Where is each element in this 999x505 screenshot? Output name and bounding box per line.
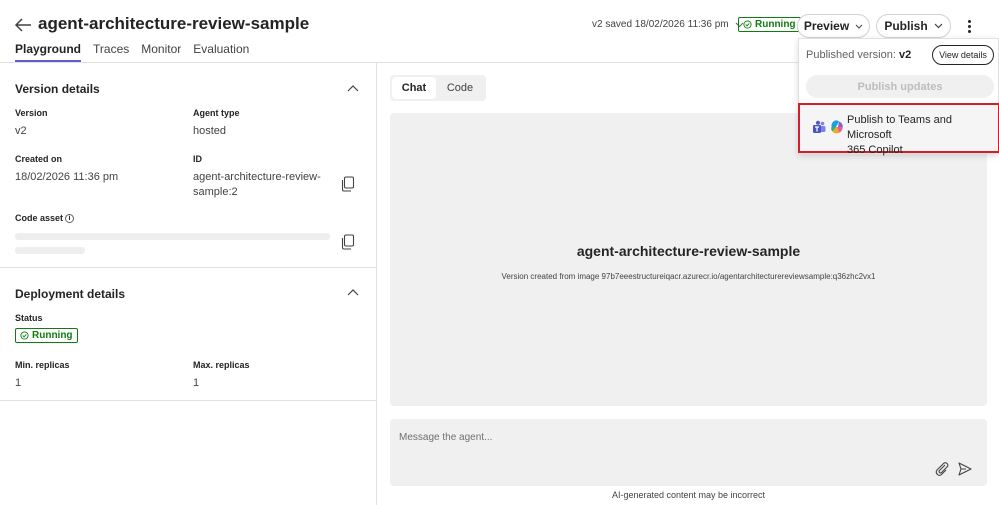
teams-icon <box>813 120 826 133</box>
publish-to-teams-line1: Publish to Teams and Microsoft <box>847 114 952 141</box>
copy-icon[interactable] <box>341 234 355 250</box>
tab-traces[interactable]: Traces <box>93 42 129 62</box>
info-icon[interactable]: i <box>65 214 75 224</box>
published-version: Published version: v2 <box>806 49 911 61</box>
published-version-value: v2 <box>898 49 912 61</box>
chevron-down-icon <box>855 24 863 29</box>
version-info: Version created from image 97b7eeestruct… <box>501 272 876 281</box>
max-replicas-label: Max. replicas <box>193 360 250 370</box>
agent-name: agent-architecture-review-sample <box>576 243 801 259</box>
deployment-status-text: Running <box>32 330 73 341</box>
message-input[interactable] <box>399 432 899 443</box>
publish-to-teams-line2: 365 Copilot <box>847 144 903 156</box>
view-details-button[interactable]: View details <box>932 45 994 65</box>
status-label: Status <box>15 313 43 323</box>
check-circle-icon <box>743 20 752 29</box>
code-asset-label: Code asset i <box>15 213 75 224</box>
section-divider <box>0 400 377 401</box>
page-title: agent-architecture-review-sample <box>38 14 310 33</box>
section-divider <box>0 267 377 268</box>
version-label: Version <box>15 108 48 118</box>
chevron-up-icon[interactable] <box>346 82 360 96</box>
preview-label: Preview <box>803 19 850 33</box>
more-options-icon[interactable] <box>960 16 978 36</box>
min-replicas-value: 1 <box>15 377 22 389</box>
copilot-icon <box>831 120 843 134</box>
tab-playground[interactable]: Playground <box>15 42 82 62</box>
nav-tabs: Playground Traces Monitor Evaluation <box>15 42 249 62</box>
saved-text: v2 saved 18/02/2026 11:36 pm <box>592 19 729 30</box>
publish-label: Publish <box>884 19 928 33</box>
tab-code[interactable]: Code <box>438 75 482 101</box>
details-panel: Version details Version v2 Agent type ho… <box>0 63 377 505</box>
chevron-up-icon[interactable] <box>346 286 360 300</box>
created-on-value: 18/02/2026 11:36 pm <box>15 171 119 183</box>
status-badge: Running <box>738 17 801 32</box>
message-composer <box>390 419 987 486</box>
code-asset-text: Code asset <box>15 213 64 223</box>
publish-updates-button[interactable]: Publish updates <box>806 75 994 98</box>
publish-menu: Published version: v2 View details Publi… <box>798 38 999 156</box>
send-icon[interactable] <box>957 461 973 477</box>
code-asset-value <box>15 233 330 240</box>
publish-to-teams-item[interactable]: Publish to Teams and Microsoft 365 Copil… <box>798 103 999 156</box>
status-text: Running <box>755 19 796 30</box>
tab-evaluation[interactable]: Evaluation <box>193 42 249 62</box>
tab-monitor[interactable]: Monitor <box>141 42 181 62</box>
code-asset-value-line2 <box>15 247 85 254</box>
deployment-details-title: Deployment details <box>15 287 126 301</box>
published-version-label: Published version: <box>806 49 896 61</box>
back-arrow-icon[interactable] <box>12 14 34 36</box>
version-details-title: Version details <box>15 82 100 96</box>
chat-code-toggle: Chat Code <box>390 75 486 101</box>
min-replicas-label: Min. replicas <box>15 360 70 370</box>
tab-chat[interactable]: Chat <box>392 77 436 99</box>
id-value-line1: agent-architecture-review- <box>193 171 321 183</box>
created-on-label: Created on <box>15 154 63 164</box>
agent-type-value: hosted <box>193 125 227 137</box>
publish-button[interactable]: Publish <box>876 14 951 38</box>
agent-type-label: Agent type <box>193 108 240 118</box>
ai-disclaimer: AI-generated content may be incorrect <box>611 490 766 500</box>
copy-icon[interactable] <box>341 176 355 192</box>
preview-button[interactable]: Preview <box>797 14 870 38</box>
check-circle-icon <box>20 331 29 340</box>
deployment-status-badge: Running <box>15 328 78 343</box>
max-replicas-value: 1 <box>193 377 200 389</box>
publish-to-teams-label: Publish to Teams and Microsoft 365 Copil… <box>847 113 999 158</box>
attach-icon[interactable] <box>934 461 950 477</box>
chevron-down-icon <box>934 23 943 29</box>
id-value-line2: sample:2 <box>193 186 238 198</box>
version-saved-dropdown[interactable]: v2 saved 18/02/2026 11:36 pm <box>592 19 744 30</box>
version-value: v2 <box>15 125 27 137</box>
id-label: ID <box>193 154 202 164</box>
